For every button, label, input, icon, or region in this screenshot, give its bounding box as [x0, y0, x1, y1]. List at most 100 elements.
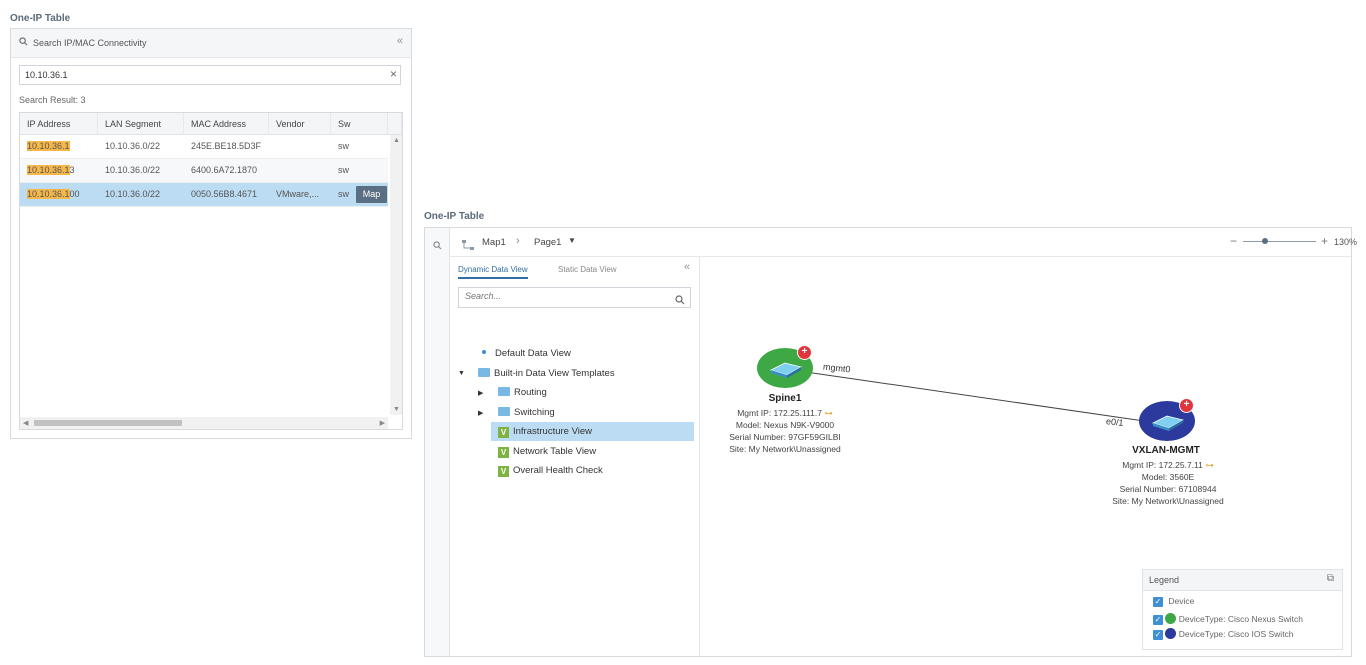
device-serial: Serial Number: 67108944 [1119, 484, 1217, 494]
collapse-arrow-icon[interactable]: ▶ [478, 389, 483, 397]
scroll-up-icon[interactable]: ▲ [393, 137, 400, 144]
tree-item-builtin-templates[interactable]: Built-in Data View Templates [478, 364, 615, 383]
ip-cell: 10.10.36.1 [27, 141, 70, 151]
ip-search-field[interactable]: × [19, 65, 401, 85]
map-panel: Map1 › Page1 ▼ − + 130% Dynamic Data Vie… [424, 227, 1357, 657]
legend-panel: Legend ⧉ ✓ Device ✓ DeviceType: Cisco Ne… [1142, 569, 1343, 650]
checkbox-checked-icon[interactable]: ✓ [1153, 597, 1163, 607]
collapse-arrow-icon[interactable]: ▶ [478, 409, 483, 417]
table-row[interactable]: 10.10.36.13 10.10.36.0/22 6400.6A72.1870… [20, 159, 388, 183]
device-vxlan-mgmt[interactable]: + [1139, 398, 1195, 441]
switch-cell: sw [338, 189, 349, 199]
mac-cell: 0050.56B8.4671 [191, 189, 258, 199]
lan-cell: 10.10.36.0/22 [105, 141, 161, 151]
legend-header: Legend ⧉ [1143, 570, 1342, 591]
data-view-search-input[interactable] [465, 291, 665, 301]
device-site: Site: My Network\Unassigned [1112, 496, 1224, 506]
tree-item-default-data-view[interactable]: Default Data View [482, 344, 571, 363]
horizontal-scrollbar[interactable]: ◀ ▶ [20, 417, 388, 429]
nexus-switch-dot-icon [1165, 613, 1177, 624]
device-spine1[interactable]: + [757, 345, 813, 388]
legend-item-nexus-switch[interactable]: ✓ DeviceType: Cisco Nexus Switch [1153, 613, 1303, 625]
zoom-slider-track[interactable] [1243, 241, 1316, 242]
tree-item-overall-health-check[interactable]: V Overall Health Check [498, 461, 603, 480]
legend-item-device[interactable]: ✓ Device [1153, 596, 1194, 607]
side-search-strip [425, 228, 450, 656]
tree-item-network-table-view[interactable]: V Network Table View [498, 442, 596, 461]
search-results-table: IP Address LAN Segment MAC Address Vendo… [19, 112, 403, 430]
table-row[interactable]: 10.10.36.1 10.10.36.0/22 245E.BE18.5D3F … [20, 135, 388, 159]
legend-title: Legend [1149, 575, 1180, 585]
mac-cell: 245E.BE18.5D3F [191, 141, 262, 151]
zoom-level: 130% [1334, 237, 1358, 247]
zoom-slider-thumb[interactable] [1261, 238, 1268, 244]
one-ip-table-title: One-IP Table [424, 211, 485, 222]
table-row-selected[interactable]: 10.10.36.100 10.10.36.0/22 0050.56B8.467… [20, 183, 388, 207]
map-icon [462, 237, 474, 255]
device-name-spine1[interactable]: Spine1 [745, 393, 825, 404]
collapse-panel-icon[interactable]: « [397, 35, 403, 47]
zoom-out-icon[interactable]: − [1230, 234, 1237, 248]
tree-item-routing[interactable]: Routing [498, 383, 547, 402]
column-header-ip[interactable]: IP Address [20, 113, 98, 135]
column-header-lan[interactable]: LAN Segment [98, 113, 184, 135]
vendor-cell [269, 135, 331, 158]
expand-arrow-icon[interactable]: ▼ [458, 370, 465, 377]
vertical-scrollbar[interactable]: ▲ ▼ [390, 135, 402, 415]
link-port-e0-1: e0/1 [1105, 416, 1125, 428]
one-ip-table-title: One-IP Table [10, 13, 71, 24]
tree-item-switching[interactable]: Switching [498, 403, 555, 422]
data-view-icon: V [498, 427, 509, 438]
folder-icon [498, 387, 510, 396]
collapse-panel-icon[interactable]: « [684, 261, 690, 273]
device-model: Model: 3560E [1141, 472, 1195, 482]
data-view-icon: V [498, 466, 509, 477]
column-header-vendor[interactable]: Vendor [269, 113, 331, 135]
scroll-down-icon[interactable]: ▼ [393, 406, 400, 413]
search-icon[interactable] [433, 237, 442, 255]
breadcrumb-map[interactable]: Map1 [482, 237, 506, 248]
link-icon[interactable]: ⊶ [824, 408, 833, 418]
ip-cell: 10.10.36.100 [27, 189, 80, 199]
search-result-label: Search Result: [19, 95, 79, 105]
folder-icon [498, 407, 510, 416]
horizontal-scroll-thumb[interactable] [34, 420, 182, 426]
device-mgmt-ip: Mgmt IP: 172.25.7.11 ⊶ [1122, 460, 1214, 470]
data-view-panel: Dynamic Data View Static Data View « Def… [450, 257, 700, 656]
ip-search-input[interactable] [25, 68, 365, 81]
column-header-switch[interactable]: Sw [331, 113, 388, 135]
scroll-left-icon[interactable]: ◀ [23, 419, 28, 427]
breadcrumb-page[interactable]: Page1 [534, 237, 561, 248]
column-header-mac[interactable]: MAC Address [184, 113, 269, 135]
device-mgmt-ip: Mgmt IP: 172.25.111.7 ⊶ [737, 408, 833, 418]
device-alert-icon: + [1179, 398, 1194, 413]
search-panel-header: Search IP/MAC Connectivity « [11, 29, 411, 58]
checkbox-checked-icon[interactable]: ✓ [1153, 630, 1163, 640]
device-site: Site: My Network\Unassigned [729, 444, 841, 454]
bullet-icon [482, 350, 486, 354]
data-view-search-field[interactable] [458, 287, 691, 308]
device-name-vxlan-mgmt[interactable]: VXLAN-MGMT [1116, 445, 1216, 456]
lan-cell: 10.10.36.0/22 [105, 165, 161, 175]
checkbox-checked-icon[interactable]: ✓ [1153, 615, 1163, 625]
search-connectivity-panel: Search IP/MAC Connectivity « × Search Re… [10, 28, 412, 439]
data-view-icon: V [498, 447, 509, 458]
search-icon[interactable] [675, 292, 685, 310]
tab-dynamic-data-view[interactable]: Dynamic Data View [458, 265, 528, 279]
legend-item-ios-switch[interactable]: ✓ DeviceType: Cisco IOS Switch [1153, 628, 1294, 640]
map-button[interactable]: Map [356, 186, 387, 203]
page-dropdown-icon[interactable]: ▼ [568, 236, 576, 245]
clear-icon[interactable]: × [390, 67, 397, 81]
tree-item-infrastructure-view[interactable]: V Infrastructure View [498, 422, 592, 441]
ios-switch-dot-icon [1165, 628, 1177, 639]
vendor-cell: VMware,... [276, 189, 320, 199]
scroll-right-icon[interactable]: ▶ [380, 419, 385, 427]
switch-cell: sw [338, 141, 349, 151]
link-icon[interactable]: ⊶ [1205, 460, 1214, 470]
search-panel-title: Search IP/MAC Connectivity [33, 38, 147, 48]
switch-cell: sw [338, 165, 349, 175]
legend-toggle-icon[interactable]: ⧉ [1327, 573, 1334, 584]
tab-static-data-view[interactable]: Static Data View [558, 265, 617, 274]
map-toolbar: Map1 › Page1 ▼ − + 130% [450, 228, 1357, 257]
zoom-in-icon[interactable]: + [1321, 234, 1328, 248]
